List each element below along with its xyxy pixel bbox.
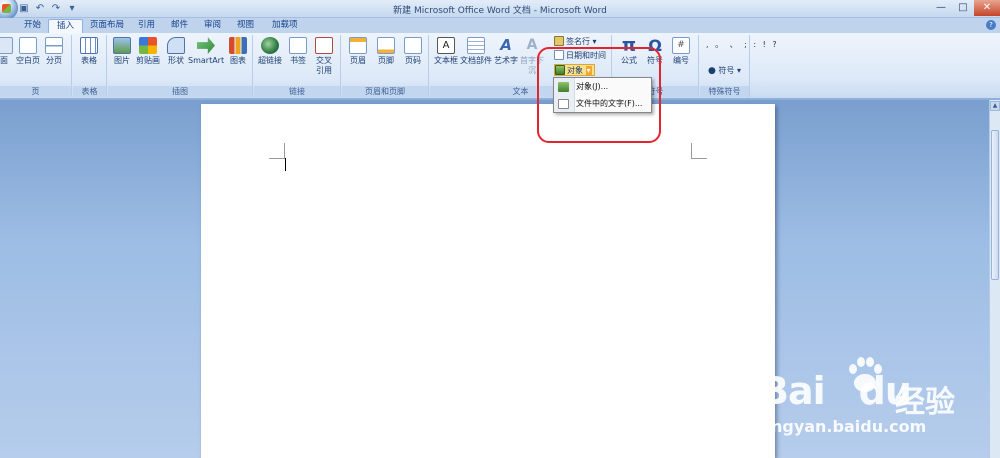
smartart-icon <box>197 37 215 54</box>
watermark-cn: 经验 <box>895 385 955 420</box>
hyperlink-button[interactable]: 超链接 <box>256 37 284 66</box>
page-number-icon <box>404 37 422 54</box>
wordart-button[interactable]: A 艺术字 <box>492 37 520 66</box>
tab-view[interactable]: 视图 <box>229 19 262 33</box>
watermark-url: jingyan.baidu.com <box>760 417 927 436</box>
ribbon: 面 空白页 分页 页 表格 表格 图片 剪贴画 形状 SmartArt 图表 插… <box>0 33 1000 99</box>
window-title: 新建 Microsoft Office Word 文档 - Microsoft … <box>393 6 607 16</box>
hyperlink-icon <box>261 37 279 54</box>
tab-page-layout[interactable]: 页面布局 <box>82 19 132 33</box>
crop-mark-top-right <box>691 143 707 159</box>
page-break-button[interactable]: 分页 <box>40 37 68 66</box>
group-header-footer: 页眉 页脚 页码 页眉和页脚 <box>342 35 429 97</box>
group-pages: 面 空白页 分页 页 <box>0 35 72 97</box>
crop-mark-top-left <box>269 143 285 159</box>
maximize-button[interactable]: □ <box>952 0 974 16</box>
special-symbol-button[interactable]: ● 符号 ▾ <box>708 65 741 77</box>
ribbon-tabs: 开始 插入 页面布局 引用 邮件 审阅 视图 加载项 ? <box>0 18 1000 33</box>
cross-reference-button[interactable]: 交叉 引用 <box>310 37 338 76</box>
numbering-icon: # <box>672 37 690 54</box>
wordart-icon: A <box>500 36 512 54</box>
group-label-pages: 页 <box>0 86 71 97</box>
tab-insert[interactable]: 插入 <box>48 19 84 33</box>
tab-references[interactable]: 引用 <box>130 19 163 33</box>
tab-home[interactable]: 开始 <box>16 19 49 33</box>
smartart-button[interactable]: SmartArt <box>188 37 224 66</box>
vertical-scrollbar[interactable]: ▲ <box>989 100 1000 458</box>
bullet-icon: ● <box>708 66 716 76</box>
document-page[interactable] <box>201 104 775 458</box>
group-label-header-footer: 页眉和页脚 <box>342 86 428 97</box>
page-number-button[interactable]: 页码 <box>399 37 427 66</box>
chart-icon <box>229 37 247 54</box>
group-special-symbols: , 。 、 ; : ! ? ● 符号 ▾ 特殊符号 <box>700 35 777 97</box>
group-label-tables: 表格 <box>73 86 106 97</box>
watermark-logo: Bai du <box>760 369 912 413</box>
group-label-illustrations: 插图 <box>108 86 252 97</box>
group-tables: 表格 表格 <box>73 35 107 97</box>
bookmark-button[interactable]: 书签 <box>284 37 312 66</box>
group-label-special-symbols: 特殊符号 <box>700 86 749 97</box>
signature-line-icon <box>554 36 564 46</box>
window-controls: — □ ✕ <box>930 0 1000 16</box>
text-cursor <box>285 158 286 171</box>
quick-parts-icon <box>467 37 485 54</box>
chart-button[interactable]: 图表 <box>224 37 252 66</box>
blank-page-button[interactable]: 空白页 <box>14 37 42 66</box>
cover-page-icon <box>0 37 13 54</box>
blank-page-icon <box>19 37 37 54</box>
minimize-button[interactable]: — <box>930 0 952 16</box>
textbox-button[interactable]: A 文本框 <box>432 37 460 66</box>
quick-parts-button[interactable]: 文档部件 <box>460 37 492 66</box>
page-break-icon <box>45 37 63 54</box>
special-symbols-palette[interactable]: , 。 、 ; : ! ? <box>706 39 779 51</box>
help-icon[interactable]: ? <box>986 20 996 30</box>
table-button[interactable]: 表格 <box>75 37 103 66</box>
clipart-button[interactable]: 剪贴画 <box>134 37 162 66</box>
baidu-watermark: Bai du 经验 jingyan.baidu.com <box>760 355 980 445</box>
bookmark-icon <box>289 37 307 54</box>
scroll-up-icon[interactable]: ▲ <box>990 101 1000 111</box>
group-links: 超链接 书签 交叉 引用 链接 <box>254 35 341 97</box>
baidu-paw-icon <box>849 357 882 392</box>
group-label-links: 链接 <box>254 86 340 97</box>
picture-button[interactable]: 图片 <box>108 37 136 66</box>
clipart-icon <box>139 37 157 54</box>
annotation-highlight <box>537 47 661 143</box>
shapes-button[interactable]: 形状 <box>162 37 190 66</box>
title-bar: ▣ ↶ ↷ ▾ 新建 Microsoft Office Word 文档 - Mi… <box>0 0 1000 20</box>
textbox-icon: A <box>437 37 455 54</box>
header-icon <box>349 37 367 54</box>
table-icon <box>80 37 98 54</box>
shapes-icon <box>167 37 185 54</box>
tab-addins[interactable]: 加载项 <box>264 19 306 33</box>
tab-review[interactable]: 审阅 <box>196 19 229 33</box>
cross-reference-icon <box>315 37 333 54</box>
footer-button[interactable]: 页脚 <box>372 37 400 66</box>
header-button[interactable]: 页眉 <box>344 37 372 66</box>
numbering-button[interactable]: # 编号 <box>667 37 695 66</box>
scroll-thumb[interactable] <box>991 130 999 280</box>
footer-icon <box>377 37 395 54</box>
picture-icon <box>113 37 131 54</box>
close-button[interactable]: ✕ <box>974 0 1000 16</box>
group-illustrations: 图片 剪贴画 形状 SmartArt 图表 插图 <box>108 35 253 97</box>
tab-mailings[interactable]: 邮件 <box>163 19 196 33</box>
